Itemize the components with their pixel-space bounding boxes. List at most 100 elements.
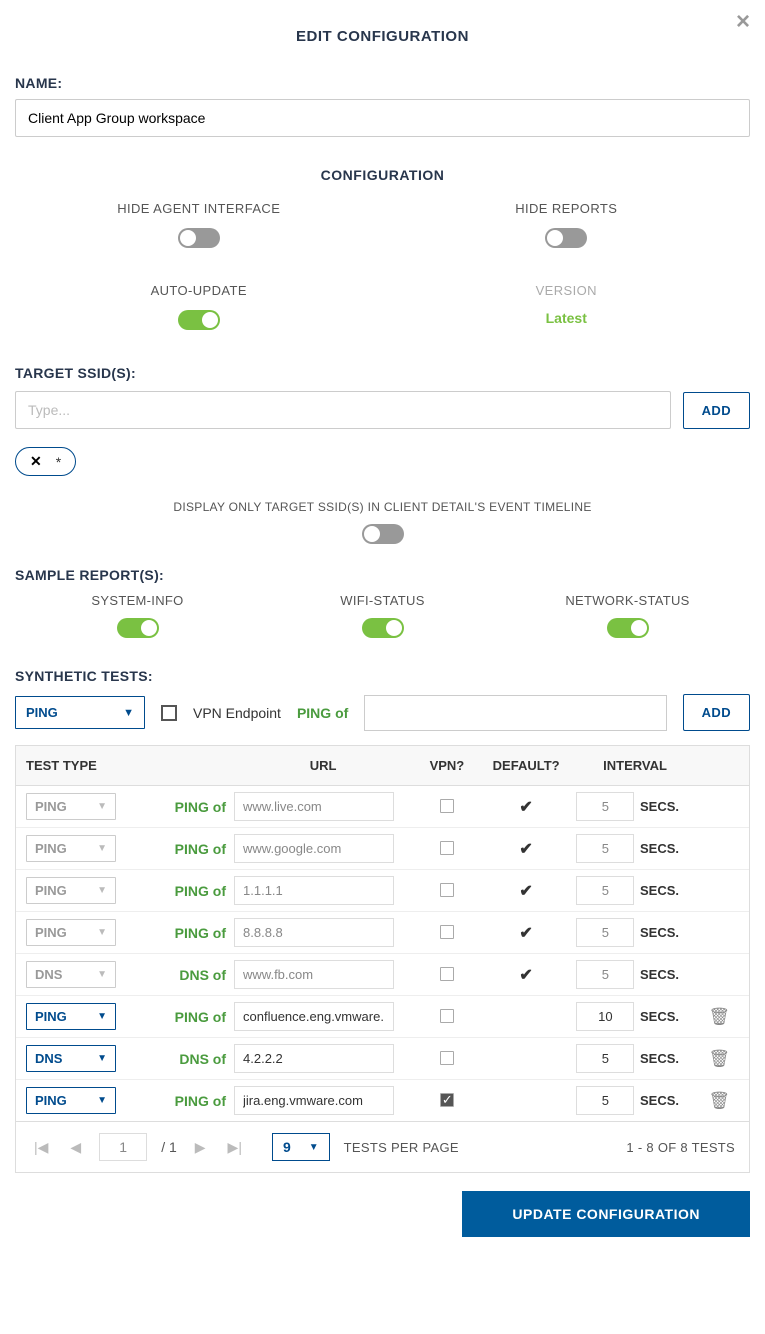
th-interval: INTERVAL (571, 758, 700, 773)
row-url-input (234, 960, 394, 989)
pager-next-icon[interactable]: ▶ (191, 1139, 210, 1156)
version-label: VERSION (383, 283, 751, 298)
row-type-select: PING ▼ (26, 919, 116, 946)
name-label: NAME: (15, 75, 750, 91)
row-interval-input[interactable] (576, 1044, 634, 1073)
check-icon: ✔ (519, 883, 532, 900)
row-vpn-checkbox[interactable] (440, 1051, 454, 1065)
auto-update-toggle[interactable] (178, 310, 220, 330)
row-unit-label: SECS. (640, 1009, 699, 1024)
row-url-input (234, 918, 394, 947)
row-unit-label: SECS. (640, 967, 699, 982)
row-type-select[interactable]: PING ▼ (26, 1087, 116, 1114)
row-type-select[interactable]: PING ▼ (26, 1003, 116, 1030)
chevron-down-icon: ▼ (309, 1142, 319, 1153)
check-icon: ✔ (519, 925, 532, 942)
vpn-endpoint-label: VPN Endpoint (193, 705, 281, 721)
chevron-down-icon: ▼ (97, 969, 107, 980)
row-interval-input[interactable] (576, 1086, 634, 1115)
sample-toggle-0[interactable] (117, 618, 159, 638)
row-of-label: PING of (135, 799, 234, 815)
row-vpn-checkbox[interactable] (440, 799, 454, 813)
ssid-input[interactable] (15, 391, 671, 429)
sample-toggle-2[interactable] (607, 618, 649, 638)
row-vpn-checkbox[interactable] (440, 1009, 454, 1023)
chevron-down-icon: ▼ (97, 885, 107, 896)
row-type-select: DNS ▼ (26, 961, 116, 988)
row-unit-label: SECS. (640, 1051, 699, 1066)
row-interval-input (576, 960, 634, 989)
table-row: PING ▼ PING of ✔ SECS. (16, 912, 749, 954)
row-of-label: PING of (135, 1093, 234, 1109)
row-vpn-checkbox[interactable] (440, 841, 454, 855)
page-total: / 1 (161, 1139, 177, 1155)
trash-icon[interactable]: 🗑 (708, 1049, 730, 1068)
display-ssid-toggle[interactable] (362, 524, 404, 544)
trash-icon[interactable]: 🗑 (708, 1007, 730, 1026)
chevron-down-icon: ▼ (97, 843, 107, 854)
sample-item-label: NETWORK-STATUS (505, 593, 750, 608)
hide-agent-label: HIDE AGENT INTERFACE (15, 201, 383, 216)
row-of-label: PING of (135, 925, 234, 941)
perpage-select[interactable]: 9 ▼ (272, 1133, 330, 1161)
chip-remove-icon[interactable]: ✕ (30, 453, 42, 470)
row-vpn-checkbox[interactable] (440, 925, 454, 939)
perpage-value: 9 (283, 1139, 291, 1155)
display-ssid-label: DISPLAY ONLY TARGET SSID(S) IN CLIENT DE… (15, 500, 750, 514)
row-interval-input[interactable] (576, 1002, 634, 1031)
chevron-down-icon: ▼ (97, 1011, 107, 1022)
row-url-input[interactable] (234, 1002, 394, 1031)
pager-first-icon[interactable]: |◀ (30, 1139, 52, 1156)
row-type-select: PING ▼ (26, 877, 116, 904)
row-vpn-checkbox[interactable] (440, 1093, 454, 1107)
hide-agent-toggle[interactable] (178, 228, 220, 248)
test-type-select[interactable]: PING ▼ (15, 696, 145, 729)
pager-last-icon[interactable]: ▶| (224, 1139, 246, 1156)
row-of-label: PING of (135, 841, 234, 857)
row-type-select: PING ▼ (26, 835, 116, 862)
row-interval-input (576, 792, 634, 821)
row-type-select[interactable]: DNS ▼ (26, 1045, 116, 1072)
close-icon[interactable]: × (736, 8, 750, 36)
table-row: PING ▼ PING of ✔ SECS. (16, 786, 749, 828)
pager-prev-icon[interactable]: ◀ (66, 1139, 85, 1156)
row-of-label: DNS of (135, 967, 234, 983)
synth-add-button[interactable]: ADD (683, 694, 750, 731)
sample-toggle-1[interactable] (362, 618, 404, 638)
check-icon: ✔ (519, 799, 532, 816)
row-url-input[interactable] (234, 1044, 394, 1073)
row-vpn-checkbox[interactable] (440, 883, 454, 897)
version-value: Latest (383, 310, 751, 326)
row-interval-input (576, 876, 634, 905)
row-vpn-checkbox[interactable] (440, 967, 454, 981)
name-input[interactable] (15, 99, 750, 137)
synth-tests-table: TEST TYPE URL VPN? DEFAULT? INTERVAL PIN… (15, 745, 750, 1122)
table-row: PING ▼ PING of SECS. 🗑 (16, 996, 749, 1038)
chevron-down-icon: ▼ (97, 801, 107, 812)
chevron-down-icon: ▼ (97, 927, 107, 938)
th-url: URL (234, 758, 412, 773)
sample-item-label: SYSTEM-INFO (15, 593, 260, 608)
th-default: DEFAULT? (482, 758, 571, 773)
row-interval-input (576, 834, 634, 863)
row-type-select: PING ▼ (26, 793, 116, 820)
page-input[interactable] (99, 1133, 147, 1161)
update-config-button[interactable]: UPDATE CONFIGURATION (462, 1191, 750, 1237)
synth-target-input[interactable] (364, 695, 666, 731)
trash-icon[interactable]: 🗑 (708, 1091, 730, 1110)
synth-label: SYNTHETIC TESTS: (15, 668, 750, 684)
ssid-add-button[interactable]: ADD (683, 392, 750, 429)
ping-of-label: PING of (297, 705, 348, 721)
check-icon: ✔ (519, 841, 532, 858)
sample-item-label: WIFI-STATUS (260, 593, 505, 608)
vpn-endpoint-checkbox[interactable] (161, 705, 177, 721)
config-heading: CONFIGURATION (15, 167, 750, 183)
hide-reports-label: HIDE REPORTS (383, 201, 751, 216)
check-icon: ✔ (519, 967, 532, 984)
ssid-chip[interactable]: ✕ * (15, 447, 76, 476)
row-url-input[interactable] (234, 1086, 394, 1115)
th-vpn: VPN? (412, 758, 481, 773)
chip-text: * (56, 454, 61, 470)
ssid-label: TARGET SSID(S): (15, 365, 750, 381)
hide-reports-toggle[interactable] (545, 228, 587, 248)
